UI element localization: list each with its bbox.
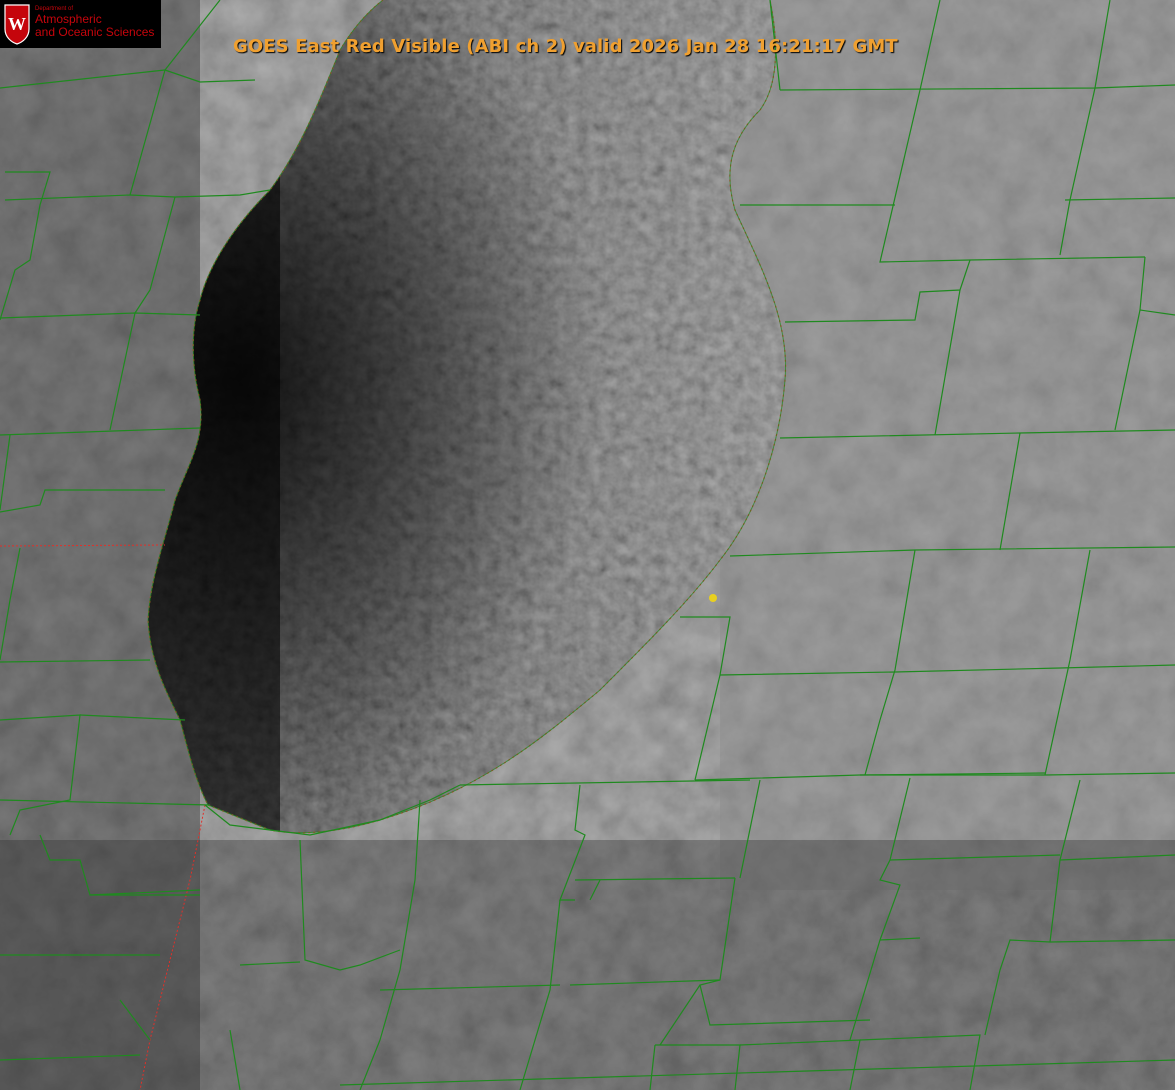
southern-land-darker: [0, 840, 1175, 1090]
satellite-image-frame: W Department of Atmospheric and Oceanic …: [0, 0, 1175, 1090]
logo: W Department of Atmospheric and Oceanic …: [0, 0, 161, 48]
uw-crest-icon: W: [4, 4, 30, 45]
image-title: GOES East Red Visible (ABI ch 2) valid 2…: [233, 36, 898, 57]
location-marker: [709, 594, 717, 602]
crest-letter: W: [8, 14, 26, 34]
satellite-map: [0, 0, 1175, 1090]
logo-text: Department of Atmospheric and Oceanic Sc…: [35, 6, 154, 39]
logo-line-2: and Oceanic Sciences: [35, 25, 155, 39]
eastern-cloud-area: [720, 0, 1175, 890]
